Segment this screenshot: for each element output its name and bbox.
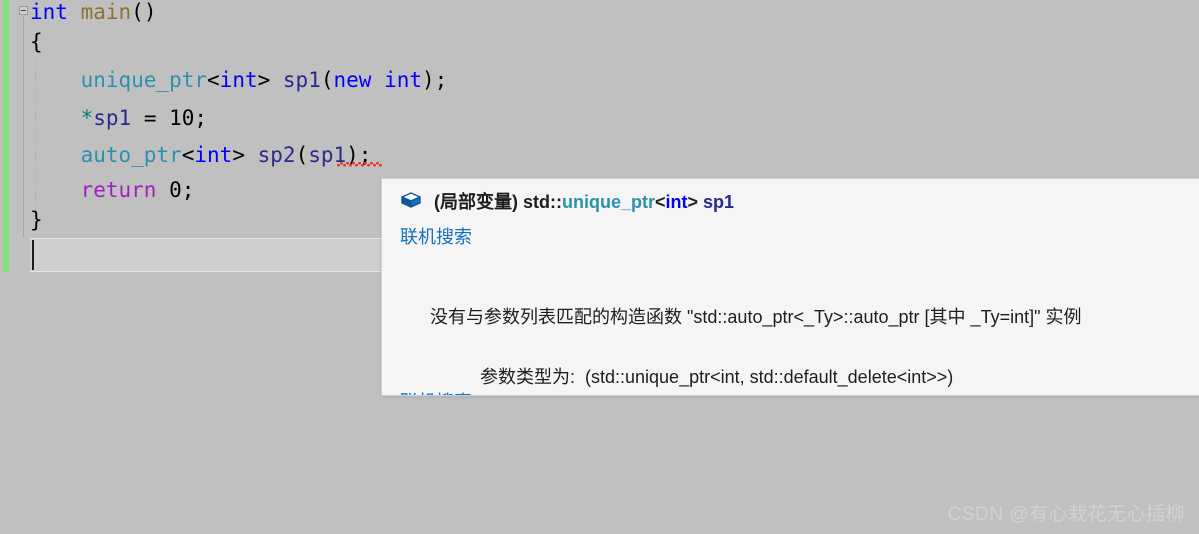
error-message-line-1: 没有与参数列表匹配的构造函数 "std::auto_ptr<_Ty>::auto… xyxy=(430,307,1082,327)
code-token: int xyxy=(194,143,233,167)
tooltip-error-message: 没有与参数列表匹配的构造函数 "std::auto_ptr<_Ty>::auto… xyxy=(400,272,1199,395)
code-token: main xyxy=(80,0,132,24)
code-token: int xyxy=(30,0,68,24)
code-line-5[interactable]: auto_ptr<int> sp2(sp1); xyxy=(30,140,372,170)
code-token: < xyxy=(181,143,195,167)
code-token: int xyxy=(384,68,423,92)
code-token: ( xyxy=(320,68,334,92)
code-line-1[interactable]: int main() xyxy=(30,0,156,27)
signature-token: std:: xyxy=(523,192,562,212)
code-token: } xyxy=(30,208,43,232)
code-token: ( xyxy=(295,143,309,167)
code-line-6[interactable]: return 0; xyxy=(30,175,195,205)
online-search-link-bottom[interactable]: 联机搜索 xyxy=(400,388,472,395)
code-token: sp1 xyxy=(93,106,132,130)
code-line-2[interactable]: { xyxy=(30,27,43,57)
code-token: 0 xyxy=(169,178,182,202)
code-token: ; xyxy=(194,106,208,130)
code-token: = xyxy=(131,106,170,130)
code-token: return xyxy=(80,178,157,202)
code-line-7[interactable]: } xyxy=(30,205,43,235)
code-token: > xyxy=(232,143,258,167)
signature-token: int xyxy=(665,192,688,212)
local-variable-box-icon xyxy=(401,192,421,208)
code-token: ); xyxy=(422,68,448,92)
quick-info-tooltip: (局部变量) std::unique_ptr<int> sp1 联机搜索 没有与… xyxy=(381,178,1199,396)
error-squiggle-underline xyxy=(337,162,382,167)
code-token: < xyxy=(207,68,220,92)
text-caret xyxy=(32,240,34,270)
code-editor[interactable]: int main() { unique_ptr<int> sp1(new int… xyxy=(0,0,1199,534)
outlining-bracket-line xyxy=(23,16,24,238)
code-token: unique_ptr xyxy=(80,68,208,92)
csdn-watermark: CSDN @有心栽花无心插柳 xyxy=(947,504,1185,525)
code-token: sp1 xyxy=(282,68,321,92)
code-token: sp2 xyxy=(257,143,296,167)
code-token: auto_ptr xyxy=(80,143,182,167)
signature-token: > xyxy=(687,192,704,212)
code-line-4[interactable]: *sp1 = 10; xyxy=(30,103,207,133)
error-message-line-2: 参数类型为: (std::unique_ptr<int, std::defaul… xyxy=(480,367,954,387)
signature-token: sp1 xyxy=(703,192,735,212)
code-token: new xyxy=(333,68,372,92)
code-token: > xyxy=(257,68,283,92)
code-token: 10 xyxy=(169,106,195,130)
code-line-3[interactable]: unique_ptr<int> sp1(new int); xyxy=(30,65,448,95)
collapse-region-icon[interactable] xyxy=(19,6,28,15)
code-token: ; xyxy=(181,178,195,202)
signature-token: < xyxy=(655,192,666,212)
online-search-link-top[interactable]: 联机搜索 xyxy=(400,223,472,249)
tooltip-signature-row: (局部变量) std::unique_ptr<int> sp1 xyxy=(400,187,734,215)
change-tracking-bar xyxy=(3,0,9,272)
code-token: int xyxy=(219,68,258,92)
signature-token: (局部变量) xyxy=(434,192,523,212)
code-token: () xyxy=(131,0,157,24)
code-token: { xyxy=(30,30,43,54)
tooltip-signature-text: (局部变量) std::unique_ptr<int> sp1 xyxy=(434,188,734,214)
signature-token: unique_ptr xyxy=(562,192,655,212)
code-token: * xyxy=(80,106,94,130)
